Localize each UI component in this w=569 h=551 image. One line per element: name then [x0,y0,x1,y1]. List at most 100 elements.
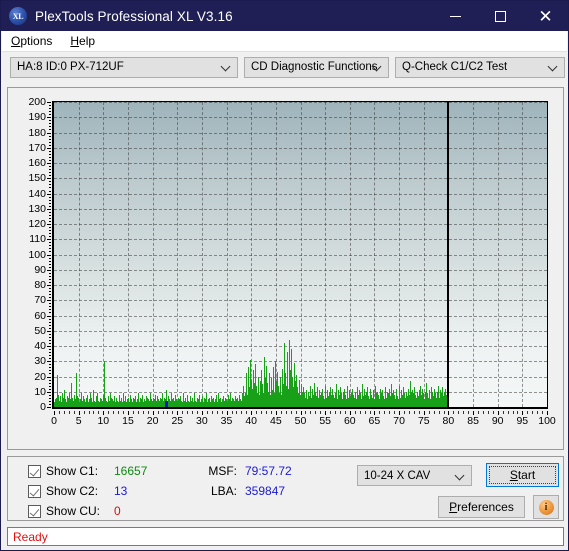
x-axis-minor-tick [162,411,164,414]
x-axis-minor-tick [73,411,75,414]
y-axis-minor-tick [49,105,51,107]
x-axis-minor-tick [172,411,174,414]
menu-item-options[interactable]: Options [2,31,61,52]
y-axis-minor-tick [49,318,51,320]
y-axis-minor-tick [49,312,51,314]
y-axis-minor-tick [49,306,51,308]
preferences-button[interactable]: Preferences [438,496,525,518]
y-axis-minor-tick [49,303,51,305]
y-axis-tick-label: 80 [34,279,46,291]
x-axis-minor-tick [413,411,415,414]
x-axis-minor-tick [458,411,460,414]
show-c2-checkbox[interactable] [28,484,41,498]
y-axis-minor-tick [49,294,51,296]
c1-baseline [54,403,449,407]
x-axis-tick-label: 50 [294,415,307,427]
error-bars [54,102,547,407]
y-axis-minor-tick [49,291,51,293]
x-axis-minor-tick [167,411,169,414]
y-axis-tick-label: 150 [28,172,46,185]
y-axis-minor-tick [49,202,51,204]
y-axis-tick-label: 10 [34,385,46,398]
x-axis-minor-tick [527,411,529,414]
y-axis-minor-tick [49,123,51,125]
x-axis-minor-tick [339,411,341,414]
show-c2-row[interactable]: Show C2: 13 [28,484,127,498]
x-axis-minor-tick [428,411,430,414]
x-axis-minor-tick [197,411,198,414]
x-axis-minor-tick [344,411,346,414]
x-axis-tick-label: 5 [75,415,82,427]
chevron-down-icon [549,62,557,70]
y-axis-minor-tick [49,352,51,354]
test-select[interactable]: Q-Check C1/C2 Test [395,56,565,78]
x-axis-minor-tick [98,411,100,414]
y-axis-tick [47,300,51,302]
c1-count-value: 16657 [114,464,148,478]
chevron-down-icon [456,471,464,479]
y-axis-minor-tick [49,175,51,177]
x-axis-tick [497,411,499,415]
y-axis-minor-tick [49,394,51,396]
y-axis-minor-tick [49,153,51,155]
speed-select[interactable]: 10-24 X CAV [357,465,472,486]
x-axis-minor-tick [532,411,534,414]
y-axis-tick [47,391,51,393]
show-c1-row[interactable]: Show C1: 16657 [28,464,147,478]
x-axis-minor-tick [433,411,435,414]
y-axis-minor-tick [49,221,51,222]
x-axis-minor-tick [142,411,144,414]
chart-panel: 0 10 20 30 40 50 60 70 80 90 100 110 120 130 140 150 160… [7,87,564,450]
y-axis-tick [47,102,51,103]
y-axis-minor-tick [49,251,51,253]
minimize-button[interactable] [433,1,478,31]
show-cu-row[interactable]: Show CU: 0 [28,504,121,518]
speed-select-value: 10-24 X CAV [364,469,431,482]
show-c2-label: Show C2: [46,484,99,498]
y-axis-minor-tick [49,349,51,351]
show-cu-checkbox[interactable] [28,504,41,518]
x-axis-minor-tick [118,411,120,414]
close-button[interactable]: ✕ [523,1,568,31]
x-axis-minor-tick [443,411,445,414]
x-axis-minor-tick [482,411,484,414]
y-axis-minor-tick [49,205,51,207]
x-axis-minor-tick [123,411,124,414]
y-axis-minor-tick [49,227,51,229]
msf-row: MSF: 79:57.72 [203,464,291,478]
x-axis-tick-label: 30 [196,415,208,427]
y-axis-minor-tick [49,342,51,344]
info-button[interactable]: i [533,495,559,519]
x-axis-minor-tick [379,411,381,414]
y-axis-tick-label: 100 [28,248,46,261]
y-axis-tick [47,178,51,180]
x-axis-tick [374,411,376,415]
y-axis-minor-tick [49,135,51,137]
menu-item-help[interactable]: Help [61,31,104,52]
y-axis-minor-tick [49,111,51,113]
x-axis-minor-tick [157,411,159,414]
y-axis-tick-label: 170 [28,141,46,154]
start-button[interactable]: Start [486,463,559,487]
y-axis-minor-tick [49,114,51,116]
show-c1-checkbox[interactable] [28,464,41,478]
y-axis-minor-tick [49,169,51,171]
x-axis-minor-tick [211,411,213,414]
x-axis-minor-tick [384,411,386,414]
y-axis-minor-tick [49,129,51,131]
y-axis-tick [47,330,51,332]
maximize-button[interactable] [478,1,523,31]
y-axis-minor-tick [49,233,51,235]
y-axis-minor-tick [49,257,51,259]
y-axis-tick [47,208,51,210]
y-axis-minor-tick [49,211,51,213]
y-axis-minor-tick [49,156,51,158]
x-axis-minor-tick [320,411,322,414]
y-axis-tick-label: 30 [34,355,46,368]
x-axis-tick-label: 100 [538,415,556,427]
y-axis-tick-label: 50 [34,324,46,337]
drive-select[interactable]: HA:8 ID:0 PX-712UF [10,56,238,78]
x-axis-tick-label: 55 [319,415,332,427]
y-axis-minor-tick [49,248,51,250]
function-select[interactable]: CD Diagnostic Functions [244,56,389,78]
